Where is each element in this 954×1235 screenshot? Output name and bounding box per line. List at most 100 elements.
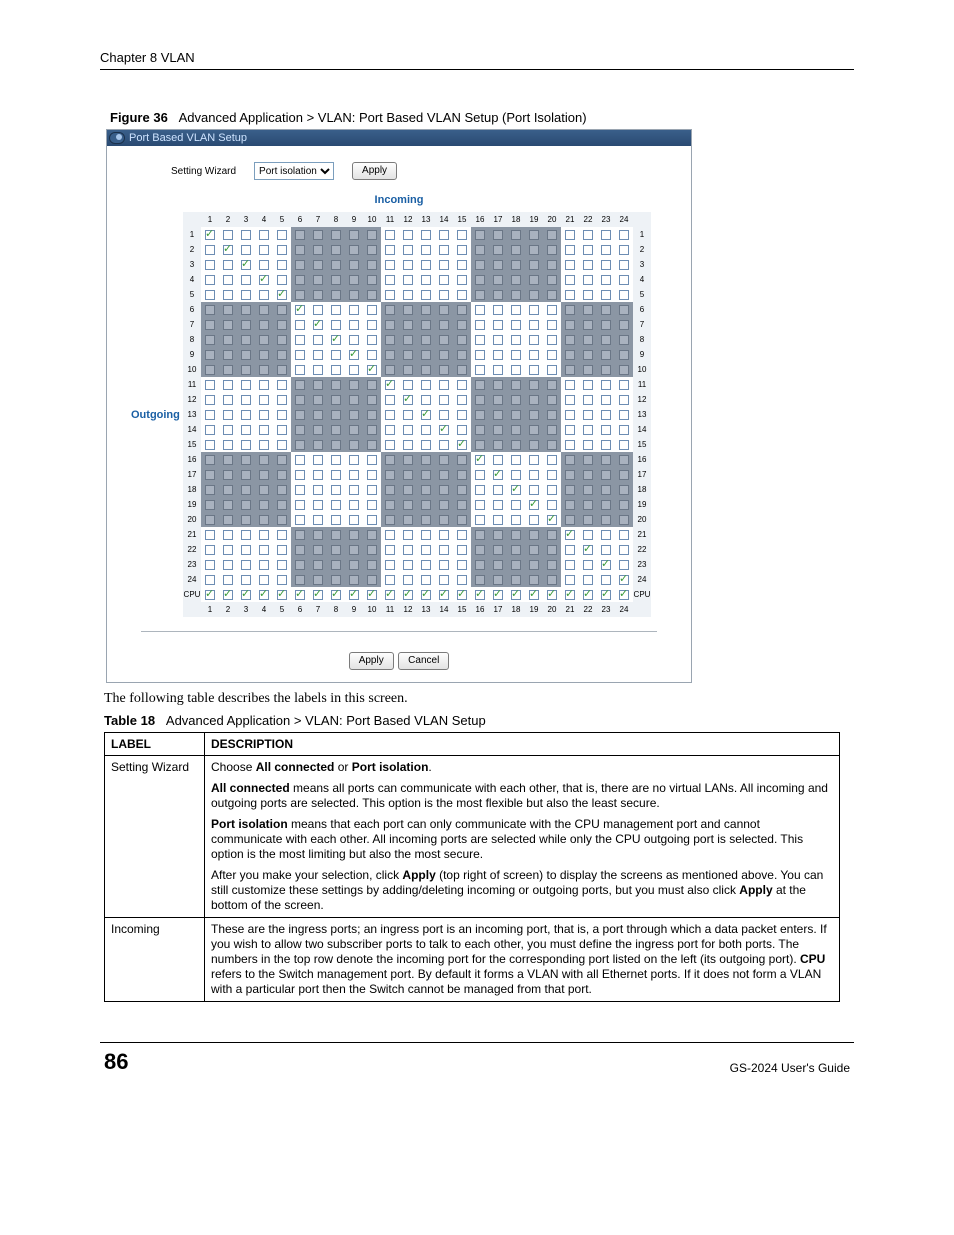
port-checkbox[interactable] (619, 560, 629, 570)
port-checkbox[interactable] (367, 230, 377, 240)
port-checkbox[interactable] (493, 455, 503, 465)
port-checkbox[interactable] (205, 395, 215, 405)
port-checkbox[interactable] (385, 530, 395, 540)
port-checkbox[interactable] (223, 500, 233, 510)
port-checkbox[interactable] (565, 335, 575, 345)
port-checkbox[interactable] (367, 440, 377, 450)
port-checkbox[interactable] (475, 335, 485, 345)
port-checkbox[interactable] (205, 320, 215, 330)
port-checkbox[interactable] (331, 410, 341, 420)
port-checkbox[interactable] (403, 275, 413, 285)
port-checkbox[interactable] (223, 515, 233, 525)
port-checkbox[interactable] (421, 245, 431, 255)
port-checkbox[interactable] (295, 530, 305, 540)
port-checkbox[interactable] (439, 365, 449, 375)
port-checkbox[interactable] (547, 410, 557, 420)
port-checkbox[interactable] (601, 365, 611, 375)
port-checkbox[interactable] (565, 275, 575, 285)
port-checkbox[interactable] (367, 590, 377, 600)
port-checkbox[interactable] (295, 515, 305, 525)
port-checkbox[interactable] (493, 380, 503, 390)
port-checkbox[interactable] (511, 545, 521, 555)
port-checkbox[interactable] (457, 230, 467, 240)
port-checkbox[interactable] (601, 470, 611, 480)
port-checkbox[interactable] (385, 485, 395, 495)
port-checkbox[interactable] (349, 350, 359, 360)
port-checkbox[interactable] (259, 500, 269, 510)
port-checkbox[interactable] (259, 590, 269, 600)
port-checkbox[interactable] (565, 380, 575, 390)
port-checkbox[interactable] (367, 470, 377, 480)
port-checkbox[interactable] (241, 335, 251, 345)
port-checkbox[interactable] (241, 260, 251, 270)
port-checkbox[interactable] (331, 320, 341, 330)
port-checkbox[interactable] (403, 500, 413, 510)
port-checkbox[interactable] (511, 500, 521, 510)
port-checkbox[interactable] (421, 380, 431, 390)
port-checkbox[interactable] (421, 530, 431, 540)
port-checkbox[interactable] (547, 350, 557, 360)
port-checkbox[interactable] (601, 230, 611, 240)
port-checkbox[interactable] (295, 500, 305, 510)
port-checkbox[interactable] (313, 395, 323, 405)
port-checkbox[interactable] (601, 380, 611, 390)
port-checkbox[interactable] (313, 575, 323, 585)
port-checkbox[interactable] (529, 335, 539, 345)
port-checkbox[interactable] (457, 590, 467, 600)
port-checkbox[interactable] (457, 380, 467, 390)
port-checkbox[interactable] (223, 320, 233, 330)
port-checkbox[interactable] (385, 380, 395, 390)
port-checkbox[interactable] (223, 260, 233, 270)
port-checkbox[interactable] (619, 380, 629, 390)
port-checkbox[interactable] (385, 575, 395, 585)
port-checkbox[interactable] (259, 275, 269, 285)
port-checkbox[interactable] (223, 425, 233, 435)
port-checkbox[interactable] (457, 440, 467, 450)
port-checkbox[interactable] (511, 380, 521, 390)
port-checkbox[interactable] (223, 410, 233, 420)
port-checkbox[interactable] (205, 440, 215, 450)
port-checkbox[interactable] (331, 485, 341, 495)
port-checkbox[interactable] (385, 260, 395, 270)
port-checkbox[interactable] (493, 530, 503, 540)
port-checkbox[interactable] (547, 455, 557, 465)
port-checkbox[interactable] (349, 275, 359, 285)
port-checkbox[interactable] (205, 245, 215, 255)
port-checkbox[interactable] (367, 260, 377, 270)
port-checkbox[interactable] (241, 500, 251, 510)
port-checkbox[interactable] (493, 245, 503, 255)
port-checkbox[interactable] (295, 320, 305, 330)
port-checkbox[interactable] (313, 410, 323, 420)
port-checkbox[interactable] (565, 590, 575, 600)
port-checkbox[interactable] (547, 545, 557, 555)
port-checkbox[interactable] (277, 530, 287, 540)
port-checkbox[interactable] (439, 515, 449, 525)
port-checkbox[interactable] (241, 275, 251, 285)
port-checkbox[interactable] (403, 515, 413, 525)
port-checkbox[interactable] (493, 485, 503, 495)
port-checkbox[interactable] (439, 230, 449, 240)
port-checkbox[interactable] (295, 440, 305, 450)
port-checkbox[interactable] (619, 455, 629, 465)
port-checkbox[interactable] (241, 485, 251, 495)
port-checkbox[interactable] (295, 230, 305, 240)
port-checkbox[interactable] (223, 380, 233, 390)
port-checkbox[interactable] (601, 320, 611, 330)
port-checkbox[interactable] (601, 275, 611, 285)
port-checkbox[interactable] (223, 455, 233, 465)
port-checkbox[interactable] (565, 515, 575, 525)
port-checkbox[interactable] (475, 275, 485, 285)
port-checkbox[interactable] (547, 560, 557, 570)
port-checkbox[interactable] (385, 500, 395, 510)
port-checkbox[interactable] (223, 335, 233, 345)
port-checkbox[interactable] (385, 230, 395, 240)
port-checkbox[interactable] (403, 575, 413, 585)
port-checkbox[interactable] (583, 320, 593, 330)
port-checkbox[interactable] (205, 260, 215, 270)
port-checkbox[interactable] (547, 425, 557, 435)
port-checkbox[interactable] (511, 455, 521, 465)
port-checkbox[interactable] (331, 365, 341, 375)
port-checkbox[interactable] (295, 350, 305, 360)
port-checkbox[interactable] (385, 275, 395, 285)
port-checkbox[interactable] (439, 335, 449, 345)
